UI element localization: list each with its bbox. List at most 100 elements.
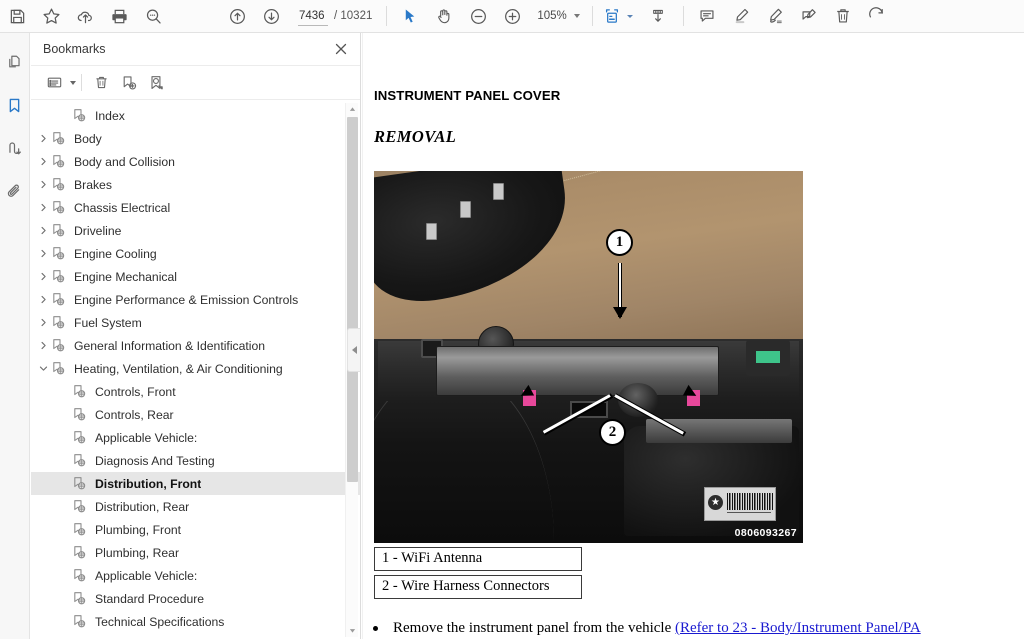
bookmark-node-icon bbox=[72, 476, 91, 491]
sidebar-tab-signature[interactable] bbox=[2, 131, 28, 165]
callout-1-leader bbox=[619, 263, 621, 313]
sidebar-tab-bookmarks[interactable] bbox=[2, 88, 28, 122]
chevron-down-icon[interactable] bbox=[35, 357, 51, 380]
download-button[interactable] bbox=[641, 1, 675, 31]
save-button[interactable] bbox=[0, 1, 34, 31]
chevron-right-icon[interactable] bbox=[35, 242, 51, 265]
goto-bookmark-button[interactable] bbox=[143, 70, 171, 96]
chevron-right-icon[interactable] bbox=[35, 334, 51, 357]
bookmark-item[interactable]: Fuel System bbox=[31, 311, 360, 334]
zoom-level-dropdown[interactable]: 105% bbox=[537, 10, 579, 22]
bookmark-item[interactable]: Engine Performance & Emission Controls bbox=[31, 288, 360, 311]
scrollbar-thumb[interactable] bbox=[347, 117, 358, 482]
bookmark-item[interactable]: Standard Procedure bbox=[31, 587, 360, 610]
photo-parts-label: ★ bbox=[704, 487, 776, 521]
top-toolbar: / 10321 bbox=[0, 0, 1024, 33]
page-fit-chevron-icon[interactable] bbox=[627, 15, 633, 18]
callout-1-arrowhead bbox=[613, 307, 627, 319]
bookmark-node-icon bbox=[72, 522, 91, 537]
bookmark-item[interactable]: Controls, Rear bbox=[31, 403, 360, 426]
print-button[interactable] bbox=[102, 1, 136, 31]
procedure-bullet: Remove the instrument panel from the veh… bbox=[393, 620, 1024, 637]
cloud-upload-button[interactable] bbox=[68, 1, 102, 31]
select-tool-button[interactable] bbox=[393, 1, 427, 31]
bookmark-item[interactable]: Body and Collision bbox=[31, 150, 360, 173]
bookmark-item-label: Engine Mechanical bbox=[70, 270, 177, 284]
page-fit-button[interactable] bbox=[599, 1, 625, 31]
search-button[interactable] bbox=[136, 1, 170, 31]
scroll-up-arrow-icon[interactable] bbox=[346, 103, 359, 116]
tree-spacer bbox=[56, 104, 72, 127]
document-cross-reference-link[interactable]: (Refer to 23 - Body/Instrument Panel/PA bbox=[675, 620, 921, 636]
pdf-viewer-window: / 10321 bbox=[0, 0, 1024, 639]
bullet-text: Remove the instrument panel from the veh… bbox=[393, 620, 675, 636]
zoom-out-button[interactable] bbox=[461, 1, 495, 31]
chevron-right-icon[interactable] bbox=[35, 265, 51, 288]
sidebar-tab-thumbnails[interactable] bbox=[2, 45, 28, 79]
bookmark-item[interactable]: Technical Specifications bbox=[31, 610, 360, 633]
tree-spacer bbox=[56, 426, 72, 449]
sidebar-collapse-handle[interactable] bbox=[347, 328, 360, 372]
next-page-button[interactable] bbox=[254, 1, 288, 31]
bookmark-item[interactable]: Engine Mechanical bbox=[31, 265, 360, 288]
scroll-down-arrow-icon[interactable] bbox=[346, 624, 359, 637]
bookmark-node-icon bbox=[51, 223, 70, 238]
pan-tool-button[interactable] bbox=[427, 1, 461, 31]
close-icon[interactable] bbox=[330, 38, 352, 60]
bookmark-item[interactable]: Plumbing, Rear bbox=[31, 541, 360, 564]
bookmark-item[interactable]: Body bbox=[31, 127, 360, 150]
tree-spacer bbox=[56, 518, 72, 541]
bookmark-item[interactable]: Applicable Vehicle: bbox=[31, 426, 360, 449]
draw-button[interactable] bbox=[758, 1, 792, 31]
star-button[interactable] bbox=[34, 1, 68, 31]
bookmark-item[interactable]: Distribution, Rear bbox=[31, 495, 360, 518]
bookmark-item[interactable]: Brakes bbox=[31, 173, 360, 196]
bookmark-node-icon bbox=[51, 292, 70, 307]
rotate-button[interactable] bbox=[860, 1, 894, 31]
bookmark-item[interactable]: Chassis Electrical bbox=[31, 196, 360, 219]
delete-button[interactable] bbox=[826, 1, 860, 31]
toolbar-navigation-group: / 10321 bbox=[220, 1, 372, 31]
bookmark-item-label: Controls, Rear bbox=[91, 408, 174, 422]
bookmark-item-label: Distribution, Front bbox=[91, 477, 201, 491]
add-bookmark-button[interactable] bbox=[115, 70, 143, 96]
highlight-button[interactable] bbox=[724, 1, 758, 31]
delete-bookmark-button[interactable] bbox=[87, 70, 115, 96]
previous-page-button[interactable] bbox=[220, 1, 254, 31]
bookmark-item[interactable]: Index bbox=[31, 104, 360, 127]
chevron-right-icon[interactable] bbox=[35, 127, 51, 150]
bookmark-item[interactable]: Applicable Vehicle: bbox=[31, 564, 360, 587]
document-viewport[interactable]: INSTRUMENT PANEL COVER REMOVAL bbox=[362, 33, 1024, 639]
bookmark-options-chevron-icon[interactable] bbox=[70, 81, 76, 85]
chevron-right-icon[interactable] bbox=[35, 196, 51, 219]
chevron-right-icon[interactable] bbox=[35, 219, 51, 242]
callout-1: 1 bbox=[606, 229, 633, 256]
bookmark-item[interactable]: Distribution, Front bbox=[31, 472, 360, 495]
bookmark-item[interactable]: General Information & Identification bbox=[31, 334, 360, 357]
chevron-right-icon[interactable] bbox=[35, 311, 51, 334]
stamp-button[interactable] bbox=[792, 1, 826, 31]
figure-legend: 1 - WiFi Antenna 2 - Wire Harness Connec… bbox=[374, 547, 582, 603]
bookmark-item[interactable]: Plumbing, Front bbox=[31, 518, 360, 541]
chevron-right-icon[interactable] bbox=[35, 150, 51, 173]
legend-item-2: 2 - Wire Harness Connectors bbox=[374, 575, 582, 599]
sidebar-tab-attachments[interactable] bbox=[2, 174, 28, 208]
zoom-in-button[interactable] bbox=[495, 1, 529, 31]
chevron-right-icon[interactable] bbox=[35, 288, 51, 311]
bookmark-node-icon bbox=[72, 384, 91, 399]
page-number-input[interactable] bbox=[298, 7, 328, 26]
bookmark-item[interactable]: Diagnosis And Testing bbox=[31, 449, 360, 472]
bookmark-item[interactable]: Heating, Ventilation, & Air Conditioning bbox=[31, 357, 360, 380]
bookmark-item[interactable]: Engine Cooling bbox=[31, 242, 360, 265]
bookmark-node-icon bbox=[72, 430, 91, 445]
comment-button[interactable] bbox=[690, 1, 724, 31]
bookmark-item[interactable]: Controls, Front bbox=[31, 380, 360, 403]
bookmark-item-label: Controls, Front bbox=[91, 385, 176, 399]
chevron-right-icon[interactable] bbox=[35, 173, 51, 196]
bookmark-options-button[interactable] bbox=[41, 70, 67, 96]
bookmark-node-icon bbox=[72, 545, 91, 560]
bookmark-node-icon bbox=[72, 591, 91, 606]
chevron-down-icon bbox=[574, 14, 580, 18]
tree-spacer bbox=[56, 403, 72, 426]
bookmark-item[interactable]: Driveline bbox=[31, 219, 360, 242]
